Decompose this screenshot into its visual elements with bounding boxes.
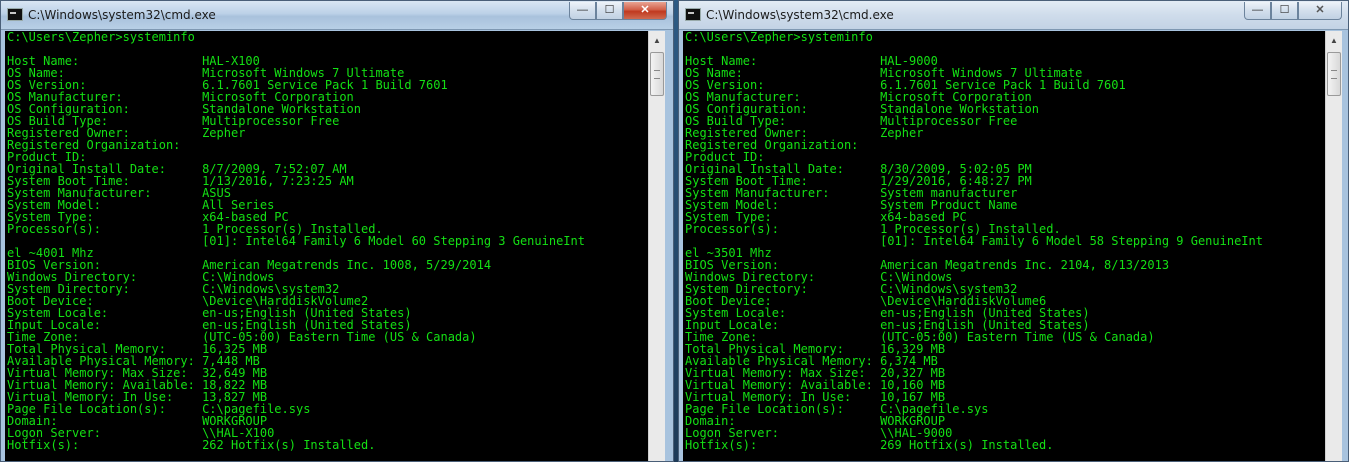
cmd-icon[interactable]: [685, 8, 701, 21]
window-title: C:\Windows\system32\cmd.exe: [28, 8, 216, 22]
scroll-up-arrow-icon[interactable]: ▲: [1326, 33, 1342, 49]
cmd-window-left[interactable]: C:\Windows\system32\cmd.exe — ☐ ✕ C:\Use…: [0, 0, 674, 462]
console-output[interactable]: C:\Users\Zepher>systeminfo Host Name: HA…: [683, 31, 1325, 461]
vertical-scrollbar[interactable]: ▲: [648, 31, 665, 461]
minimize-button[interactable]: —: [569, 2, 596, 20]
close-button[interactable]: ✕: [1298, 2, 1342, 20]
title-bar[interactable]: C:\Windows\system32\cmd.exe — ☐ ✕: [1, 1, 673, 30]
console-line: Hotfix(s): 269 Hotfix(s) Installed.: [685, 438, 1054, 452]
console-output[interactable]: C:\Users\Zepher>systeminfo Host Name: HA…: [5, 31, 648, 461]
console-body: Host Name: HAL-X100 OS Name: Microsoft W…: [7, 54, 585, 452]
console-body: Host Name: HAL-9000 OS Name: Microsoft W…: [685, 54, 1263, 452]
console-text: C:\Users\Zepher>systeminfo Host Name: HA…: [5, 31, 648, 451]
command-prompt: C:\Users\Zepher>systeminfo: [685, 31, 873, 44]
caption-buttons: — ☐ ✕: [1244, 2, 1342, 20]
maximize-button[interactable]: ☐: [596, 2, 623, 20]
cmd-icon[interactable]: [7, 8, 23, 21]
console-line: Hotfix(s): 262 Hotfix(s) Installed.: [7, 438, 376, 452]
caption-buttons: — ☐ ✕: [569, 2, 667, 20]
window-title: C:\Windows\system32\cmd.exe: [706, 8, 894, 22]
scroll-thumb[interactable]: [1327, 52, 1341, 96]
maximize-button[interactable]: ☐: [1271, 2, 1298, 20]
scroll-thumb[interactable]: [650, 52, 664, 96]
scroll-up-arrow-icon[interactable]: ▲: [649, 33, 665, 49]
vertical-scrollbar[interactable]: ▲: [1325, 31, 1342, 461]
cmd-window-right[interactable]: C:\Windows\system32\cmd.exe — ☐ ✕ C:\Use…: [678, 0, 1349, 462]
console-text: C:\Users\Zepher>systeminfo Host Name: HA…: [683, 31, 1325, 451]
close-button[interactable]: ✕: [623, 2, 667, 20]
title-bar[interactable]: C:\Windows\system32\cmd.exe — ☐ ✕: [679, 1, 1348, 30]
minimize-button[interactable]: —: [1244, 2, 1271, 20]
command-prompt: C:\Users\Zepher>systeminfo: [7, 31, 195, 44]
